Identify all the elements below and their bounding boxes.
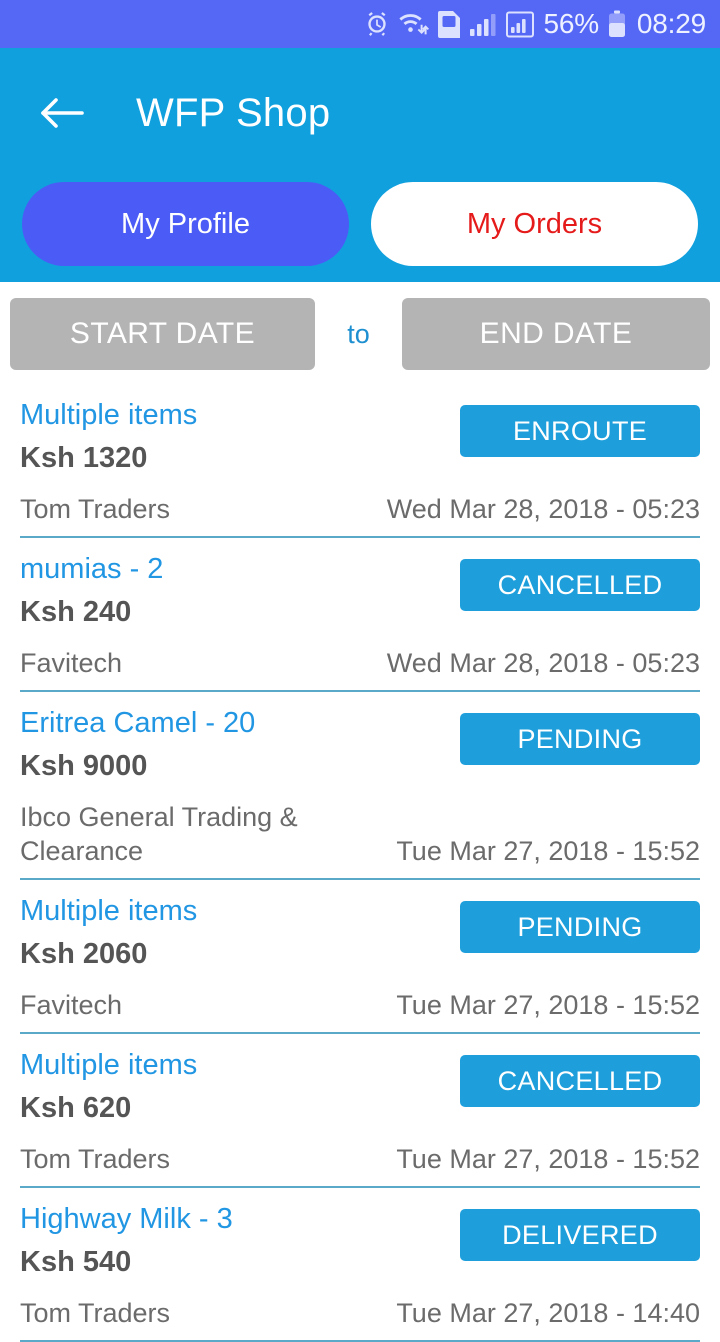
- order-date: Tue Mar 27, 2018 - 15:52: [396, 990, 700, 1020]
- order-date: Wed Mar 28, 2018 - 05:23: [386, 494, 700, 524]
- signal-bars-icon: [469, 11, 497, 37]
- header-tabs: My Profile My Orders: [0, 182, 720, 266]
- order-list-item[interactable]: Highway Milk - 3 Ksh 540 DELIVERED Tom T…: [0, 1188, 720, 1342]
- order-meta-line: Tom Traders Tue Mar 27, 2018 - 14:40: [20, 1296, 700, 1330]
- order-vendor: Ibco General Trading & Clearance: [20, 802, 298, 866]
- order-primary-line: mumias - 2 Ksh 240 CANCELLED: [20, 548, 700, 632]
- end-date-button[interactable]: END DATE: [402, 298, 710, 370]
- date-filter-row: START DATE to END DATE: [0, 282, 720, 384]
- tab-my-profile[interactable]: My Profile: [22, 182, 349, 266]
- signal-strength-icon: [506, 11, 535, 38]
- order-meta-line: Favitech Wed Mar 28, 2018 - 05:23: [20, 646, 700, 680]
- tab-my-profile-label: My Profile: [121, 207, 250, 240]
- order-list-item[interactable]: Eritrea Camel - 20 Ksh 9000 PENDING Ibco…: [0, 692, 720, 880]
- tab-my-orders-label: My Orders: [466, 207, 603, 240]
- clock-label: 08:29: [636, 8, 706, 39]
- order-title[interactable]: mumias - 2: [20, 548, 163, 590]
- status-badge[interactable]: CANCELLED: [460, 1055, 700, 1107]
- order-left-column: Multiple items Ksh 620: [20, 1044, 197, 1128]
- start-date-button[interactable]: START DATE: [10, 298, 315, 370]
- status-badge[interactable]: PENDING: [460, 713, 700, 765]
- order-list-item[interactable]: mumias - 2 Ksh 240 CANCELLED Favitech We…: [0, 538, 720, 692]
- order-vendor: Favitech: [20, 648, 123, 678]
- order-price: Ksh 620: [20, 1092, 132, 1124]
- order-meta-line: Tom Traders Wed Mar 28, 2018 - 05:23: [20, 492, 700, 526]
- wifi-icon: [399, 11, 430, 37]
- status-badge[interactable]: PENDING: [460, 901, 700, 953]
- order-left-column: mumias - 2 Ksh 240: [20, 548, 163, 632]
- order-list-item[interactable]: Multiple items Ksh 620 CANCELLED Tom Tra…: [0, 1034, 720, 1188]
- sim-card-icon: [438, 10, 461, 38]
- app-header: WFP Shop My Profile My Orders: [0, 48, 720, 282]
- status-badge[interactable]: ENROUTE: [460, 405, 700, 457]
- page-title: WFP Shop: [136, 90, 331, 135]
- order-list-item[interactable]: Multiple items Ksh 1320 ENROUTE Tom Trad…: [0, 384, 720, 538]
- start-date-label: START DATE: [69, 317, 256, 350]
- order-title[interactable]: Highway Milk - 3: [20, 1198, 233, 1240]
- order-left-column: Multiple items Ksh 1320: [20, 394, 197, 478]
- order-price: Ksh 240: [20, 596, 132, 628]
- status-badge[interactable]: DELIVERED: [460, 1209, 700, 1261]
- battery-icon: [608, 10, 626, 38]
- order-left-column: Multiple items Ksh 2060: [20, 890, 197, 974]
- order-title[interactable]: Multiple items: [20, 394, 197, 436]
- orders-list: Multiple items Ksh 1320 ENROUTE Tom Trad…: [0, 384, 720, 1342]
- order-meta-line: Favitech Tue Mar 27, 2018 - 15:52: [20, 988, 700, 1022]
- date-range-separator: to: [347, 318, 370, 349]
- battery-percent-label: 56%: [543, 8, 599, 39]
- order-date: Tue Mar 27, 2018 - 15:52: [396, 1144, 700, 1174]
- order-date: Tue Mar 27, 2018 - 15:52: [396, 836, 700, 866]
- alarm-icon: [364, 11, 390, 37]
- order-title[interactable]: Multiple items: [20, 1044, 197, 1086]
- order-vendor: Tom Traders: [20, 494, 171, 524]
- order-price: Ksh 2060: [20, 938, 148, 970]
- order-price: Ksh 9000: [20, 750, 148, 782]
- end-date-label: END DATE: [479, 317, 633, 350]
- order-primary-line: Highway Milk - 3 Ksh 540 DELIVERED: [20, 1198, 700, 1282]
- order-primary-line: Multiple items Ksh 1320 ENROUTE: [20, 394, 700, 478]
- order-vendor: Favitech: [20, 990, 123, 1020]
- order-meta-line: Tom Traders Tue Mar 27, 2018 - 15:52: [20, 1142, 700, 1176]
- back-arrow-icon[interactable]: [36, 87, 88, 139]
- order-vendor: Tom Traders: [20, 1144, 171, 1174]
- order-meta-line: Ibco General Trading & Clearance Tue Mar…: [20, 800, 700, 868]
- tab-my-orders[interactable]: My Orders: [371, 182, 698, 266]
- order-left-column: Highway Milk - 3 Ksh 540: [20, 1198, 233, 1282]
- order-list-item[interactable]: Multiple items Ksh 2060 PENDING Favitech…: [0, 880, 720, 1034]
- order-title[interactable]: Multiple items: [20, 890, 197, 932]
- order-price: Ksh 1320: [20, 442, 148, 474]
- order-date: Tue Mar 27, 2018 - 14:40: [396, 1298, 700, 1328]
- order-date: Wed Mar 28, 2018 - 05:23: [386, 648, 700, 678]
- order-primary-line: Eritrea Camel - 20 Ksh 9000 PENDING: [20, 702, 700, 786]
- order-title[interactable]: Eritrea Camel - 20: [20, 702, 255, 744]
- order-vendor: Tom Traders: [20, 1298, 171, 1328]
- order-primary-line: Multiple items Ksh 2060 PENDING: [20, 890, 700, 974]
- status-bar: 56% 08:29: [0, 0, 720, 48]
- order-left-column: Eritrea Camel - 20 Ksh 9000: [20, 702, 255, 786]
- order-price: Ksh 540: [20, 1246, 132, 1278]
- status-badge[interactable]: CANCELLED: [460, 559, 700, 611]
- header-top-bar: WFP Shop: [0, 48, 720, 152]
- order-primary-line: Multiple items Ksh 620 CANCELLED: [20, 1044, 700, 1128]
